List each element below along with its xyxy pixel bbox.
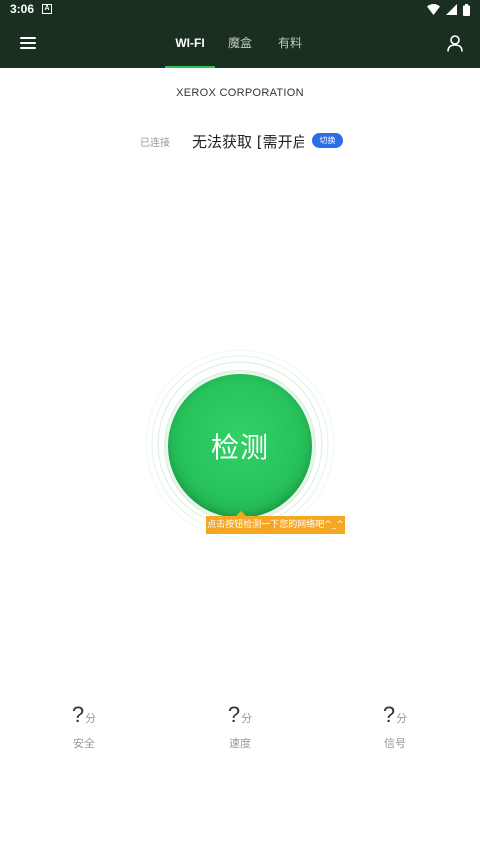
score-unit: 分 bbox=[85, 713, 97, 725]
score-label: 信号 bbox=[384, 737, 406, 750]
score-label: 速度 bbox=[229, 737, 251, 750]
switch-network-button[interactable]: 切换 bbox=[312, 133, 343, 148]
score-speed: ?分 速度 bbox=[200, 702, 280, 751]
app-bar: WI-FI 魔盒 有料 bbox=[0, 19, 480, 68]
tab-content[interactable]: 有料 bbox=[272, 19, 308, 68]
detect-button-label: 检测 bbox=[210, 431, 269, 464]
tab-magic-box[interactable]: 魔盒 bbox=[222, 19, 258, 68]
tab-wifi[interactable]: WI-FI bbox=[165, 19, 215, 68]
detect-button[interactable]: 检测 bbox=[168, 374, 312, 518]
detect-hint-tooltip: 点击按钮检测一下您的网络吧^_^ bbox=[206, 516, 345, 534]
connection-status-label: 已连接 bbox=[140, 138, 170, 149]
score-value: ?分 bbox=[227, 702, 253, 727]
connection-status-value: 无法获取 [需开启 bbox=[192, 133, 304, 151]
score-unit: 分 bbox=[396, 713, 408, 725]
battery-icon bbox=[463, 3, 470, 16]
notification-icon: A bbox=[42, 4, 52, 14]
user-icon[interactable] bbox=[447, 35, 463, 52]
status-icons bbox=[427, 3, 470, 16]
score-unit: 分 bbox=[241, 713, 253, 725]
score-label: 安全 bbox=[73, 737, 95, 750]
score-value: ?分 bbox=[382, 702, 408, 727]
menu-icon[interactable] bbox=[20, 37, 36, 49]
score-signal: ?分 信号 bbox=[355, 702, 435, 751]
status-bar: 3:06 A bbox=[0, 0, 480, 19]
active-tab-indicator bbox=[165, 66, 215, 68]
wifi-icon bbox=[427, 4, 440, 15]
score-value: ?分 bbox=[71, 702, 97, 727]
score-security: ?分 安全 bbox=[44, 702, 124, 751]
ssid-name: XEROX CORPORATION bbox=[176, 87, 304, 99]
signal-icon bbox=[446, 4, 457, 15]
status-time: 3:06 bbox=[10, 2, 35, 16]
